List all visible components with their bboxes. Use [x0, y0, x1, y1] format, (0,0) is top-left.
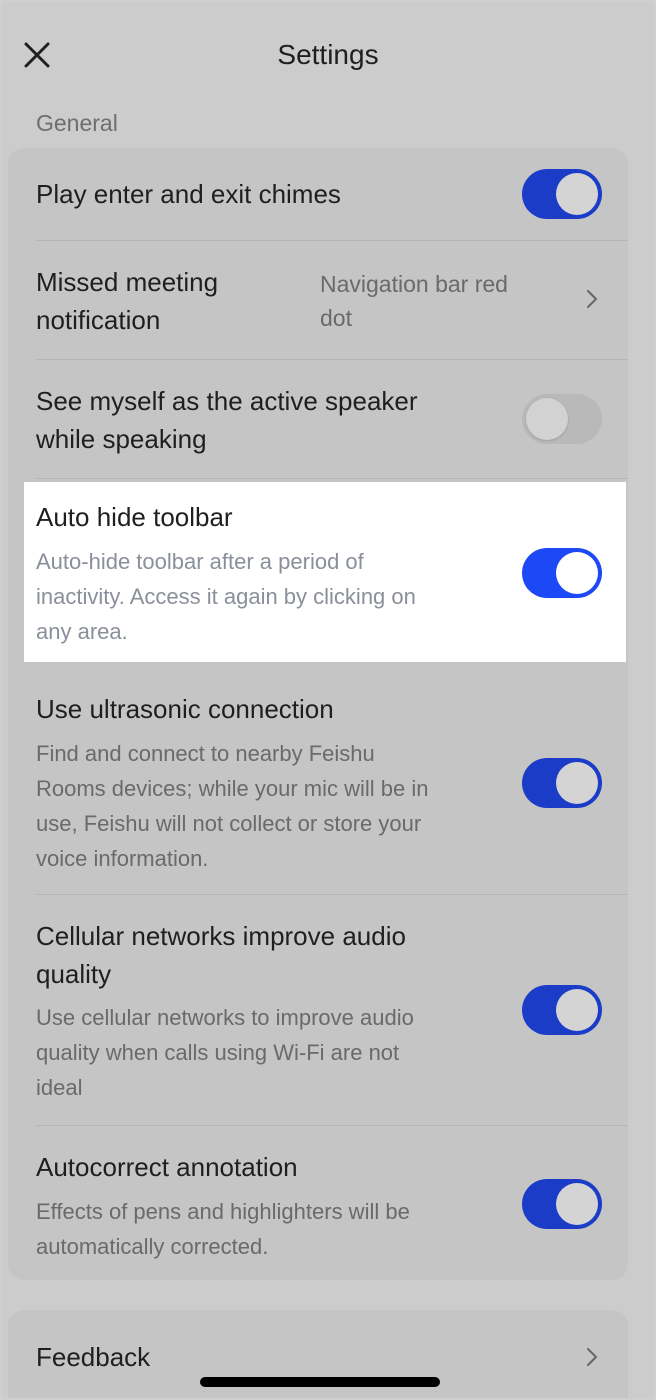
chevron-right-icon — [586, 289, 598, 309]
setting-description: automatically corrected. — [36, 1234, 269, 1259]
divider — [36, 478, 628, 479]
feedback-label: Feedback — [36, 1342, 151, 1372]
settings-screen: Settings General Play enter and exit chi… — [2, 2, 654, 1398]
page-title: Settings — [277, 39, 379, 70]
active-speaker-toggle[interactable] — [522, 394, 602, 444]
setting-description: inactivity. Access it again by clicking … — [36, 584, 416, 609]
setting-description: use, Feishu will not collect or store yo… — [36, 811, 422, 836]
setting-row-cellular[interactable]: Cellular networks improve audio quality … — [8, 895, 628, 1125]
setting-value: Navigation bar red — [320, 271, 508, 297]
autocorrect-toggle[interactable] — [522, 1179, 602, 1229]
setting-title: quality — [36, 959, 112, 989]
toggle-knob — [556, 762, 598, 804]
setting-value: dot — [320, 305, 352, 331]
setting-row-missed-meeting[interactable]: Missed meeting notification Navigation b… — [8, 241, 628, 359]
setting-title: while speaking — [36, 424, 207, 454]
toggle-knob — [556, 989, 598, 1031]
setting-title: Missed meeting — [36, 267, 219, 297]
setting-row-chimes[interactable]: Play enter and exit chimes — [8, 148, 628, 240]
setting-description: quality when calls using Wi-Fi are not — [36, 1040, 400, 1065]
auto-hide-toolbar-toggle[interactable] — [522, 548, 602, 598]
toggle-knob — [526, 398, 568, 440]
setting-description: Use cellular networks to improve audio — [36, 1005, 414, 1030]
ultrasonic-toggle[interactable] — [522, 758, 602, 808]
setting-description: Find and connect to nearby Feishu — [36, 741, 375, 766]
setting-description: Effects of pens and highlighters will be — [36, 1199, 410, 1224]
setting-description: any area. — [36, 619, 128, 644]
setting-title: See myself as the active speaker — [36, 386, 418, 416]
toggle-knob — [556, 552, 598, 594]
setting-row-ultrasonic[interactable]: Use ultrasonic connection Find and conne… — [8, 678, 628, 894]
setting-title: notification — [36, 305, 161, 335]
setting-row-active-speaker[interactable]: See myself as the active speaker while s… — [8, 360, 628, 478]
chevron-right-icon — [586, 1347, 598, 1367]
setting-description: Rooms devices; while your mic will be in — [36, 776, 429, 801]
cellular-toggle[interactable] — [522, 985, 602, 1035]
setting-title: Use ultrasonic connection — [36, 694, 334, 724]
setting-description: voice information. — [36, 846, 209, 871]
setting-title: Autocorrect annotation — [36, 1152, 298, 1182]
setting-row-auto-hide-toolbar[interactable]: Auto hide toolbar Auto-hide toolbar afte… — [24, 482, 626, 662]
setting-title: Auto hide toolbar — [36, 502, 233, 532]
setting-description: Auto-hide toolbar after a period of — [36, 549, 364, 574]
general-settings-card: Play enter and exit chimes Missed meetin… — [8, 148, 628, 1280]
setting-title: Cellular networks improve audio — [36, 921, 406, 951]
toggle-knob — [556, 1183, 598, 1225]
setting-row-autocorrect[interactable]: Autocorrect annotation Effects of pens a… — [8, 1126, 628, 1276]
chimes-toggle[interactable] — [522, 169, 602, 219]
home-indicator — [200, 1377, 440, 1387]
toggle-knob — [556, 173, 598, 215]
section-label-general: General — [36, 110, 118, 136]
setting-description: ideal — [36, 1075, 83, 1100]
setting-title: Play enter and exit chimes — [36, 179, 341, 209]
